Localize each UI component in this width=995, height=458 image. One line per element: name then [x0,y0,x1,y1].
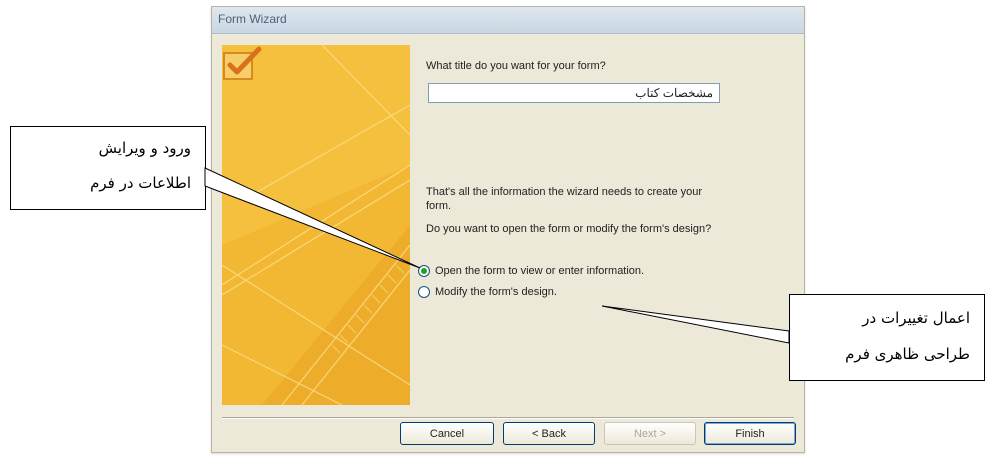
form-wizard-dialog: Form Wizard What title do you want for y… [211,6,805,453]
open-form-radio[interactable] [418,265,430,277]
callout-view-enter-line2: اطلاعات در فرم [90,174,191,192]
banner-art [222,45,410,405]
window-title: Form Wizard [218,12,287,26]
callout-modify-design-line1: اعمال تغییرات در [862,309,970,327]
modify-design-label: Modify the form's design. [435,286,557,298]
info-text-line2: form. [426,200,452,212]
next-button[interactable]: Next > [604,422,696,445]
info-text-line1: That's all the information the wizard ne… [426,186,703,198]
cancel-button[interactable]: Cancel [400,422,494,445]
open-form-label: Open the form to view or enter informati… [435,265,645,277]
open-or-modify-question: Do you want to open the form or modify t… [426,223,712,235]
option-open-form[interactable]: Open the form to view or enter informati… [418,262,644,280]
back-button[interactable]: < Back [503,422,595,445]
title-prompt-label: What title do you want for your form? [426,60,606,72]
option-modify-design[interactable]: Modify the form's design. [418,283,557,301]
callout-view-enter-line1: ورود و ویرایش [98,139,191,157]
form-title-input[interactable] [428,83,720,103]
wizard-banner-image [222,45,410,405]
button-separator [222,417,794,419]
finish-button[interactable]: Finish [704,422,796,445]
modify-design-radio[interactable] [418,286,430,298]
title-bar[interactable]: Form Wizard [212,7,804,34]
checkmark-icon [223,46,262,80]
callout-view-enter: ورود و ویرایش اطلاعات در فرم [10,126,206,210]
callout-modify-design-line2: طراحی ظاهری فرم [845,345,970,363]
callout-modify-design: اعمال تغییرات در طراحی ظاهری فرم [789,294,985,381]
